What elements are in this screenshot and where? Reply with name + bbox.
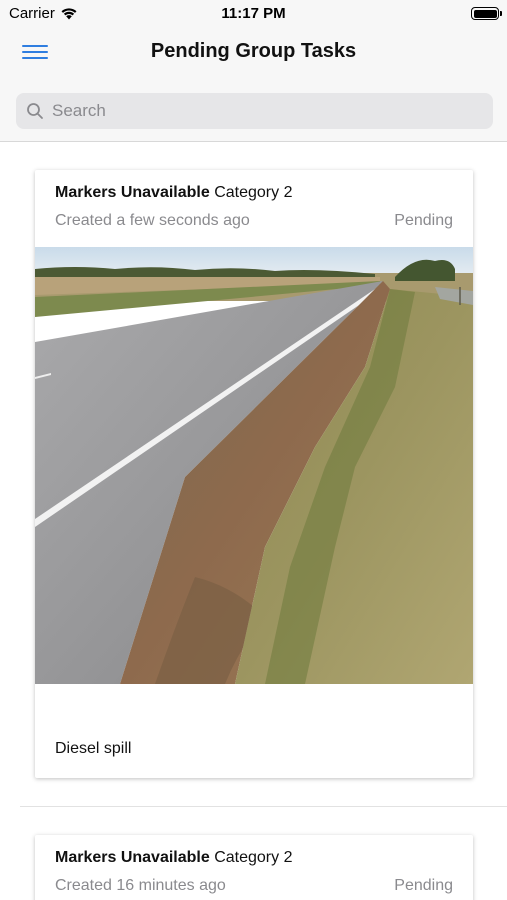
task-feed[interactable]: Markers Unavailable Category 2 Created a… [0,142,507,900]
search-input[interactable] [52,101,472,121]
list-divider [20,806,507,807]
task-card-header: Markers Unavailable Category 2 Created a… [35,170,473,247]
task-title: Markers Unavailable [55,184,210,201]
search-bar[interactable] [16,93,493,129]
task-status: Pending [394,212,453,229]
task-category: Category 2 [214,184,293,201]
task-created-time: Created a few seconds ago [55,212,250,229]
task-card[interactable]: Markers Unavailable Category 2 Created 1… [35,835,473,900]
task-title: Markers Unavailable [55,849,210,866]
task-category: Category 2 [214,849,293,866]
task-title-line: Markers Unavailable Category 2 [55,849,453,867]
task-created-time: Created 16 minutes ago [55,877,226,894]
navigation-bar: Pending Group Tasks [0,28,507,142]
roadside-shoulder-photo[interactable] [35,247,473,684]
task-description: Diesel spill [55,740,132,757]
task-status: Pending [394,877,453,894]
clock: 11:17 PM [221,5,286,22]
page-title: Pending Group Tasks [150,40,357,62]
task-description-area: Diesel spill [35,684,473,778]
task-card[interactable]: Markers Unavailable Category 2 Created a… [35,170,473,778]
task-title-line: Markers Unavailable Category 2 [55,184,453,202]
battery-icon [471,7,502,20]
task-card-header: Markers Unavailable Category 2 Created 1… [35,835,473,900]
status-bar: Carrier 11:17 PM [0,0,507,28]
search-icon [27,103,43,119]
